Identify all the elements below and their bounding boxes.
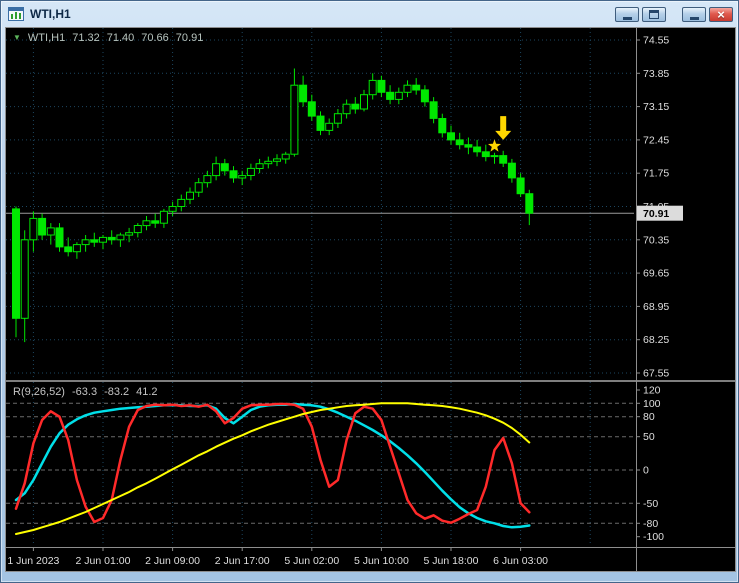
candle-body	[72, 244, 81, 253]
candle-body	[507, 162, 516, 179]
candle-body	[229, 170, 238, 179]
candle-body	[481, 151, 490, 158]
price-axis[interactable]	[636, 28, 735, 571]
candle-body	[99, 236, 107, 243]
candle-body	[20, 239, 29, 319]
candle-body	[473, 146, 482, 153]
candle-body	[203, 175, 212, 184]
candle-body	[386, 91, 395, 100]
candle-body	[360, 94, 368, 110]
candle-body	[290, 84, 299, 155]
quick-trade-dropdown-icon[interactable]: ▼	[13, 34, 21, 42]
minimize-icon	[689, 16, 699, 20]
candle-body	[342, 103, 351, 115]
candle-body	[316, 115, 325, 131]
candle-body	[403, 84, 412, 93]
candle-body	[351, 103, 360, 110]
candle-body	[333, 113, 342, 124]
candle-body	[273, 158, 281, 162]
candle-body	[455, 139, 464, 146]
candle-body	[412, 84, 421, 91]
candle-body	[464, 144, 473, 148]
candle-body	[490, 155, 499, 158]
candle-body	[438, 118, 447, 134]
candle-body	[38, 217, 47, 236]
candle-body	[116, 234, 125, 241]
candle-body	[516, 177, 525, 195]
candle-body	[55, 227, 64, 248]
candle-body	[159, 210, 168, 224]
indicator-line-1	[14, 402, 531, 524]
candle-body	[220, 163, 229, 172]
candle-body	[64, 246, 73, 253]
candle-body	[168, 206, 177, 212]
candle-body	[142, 220, 151, 227]
candle-body	[394, 91, 403, 100]
sell-signal-arrow-icon	[495, 116, 512, 140]
candle-body	[325, 122, 334, 131]
candle-body	[194, 182, 203, 193]
candle-body	[307, 101, 316, 117]
candle-body	[212, 163, 221, 177]
candle-body	[264, 160, 273, 165]
title-bar[interactable]: WTI,H1 ×	[1, 1, 738, 27]
candle-body	[447, 132, 455, 141]
candle-body	[377, 79, 386, 93]
candle-body	[238, 175, 247, 179]
candle-body	[133, 225, 142, 234]
candle-body	[429, 101, 438, 119]
window-title: WTI,H1	[30, 7, 71, 21]
candle-body	[107, 236, 116, 241]
window-minimize-button[interactable]	[682, 7, 706, 22]
window-close-button[interactable]: ×	[709, 7, 733, 22]
signal-star-icon	[488, 139, 501, 152]
maximize-icon	[649, 10, 659, 19]
close-icon: ×	[717, 7, 725, 22]
candle-body	[151, 220, 160, 224]
candle-body	[81, 239, 90, 246]
indicator-line-3	[15, 402, 531, 535]
candle-body	[525, 193, 534, 214]
chart-area[interactable]: 74.5573.8573.1572.4571.7571.0570.3569.65…	[5, 27, 736, 572]
candle-body	[125, 232, 134, 236]
candle-body	[29, 217, 38, 241]
minimize-icon	[622, 16, 632, 20]
candle-body	[46, 227, 55, 236]
candle-body	[420, 89, 429, 103]
candle-body	[177, 198, 186, 207]
panel-separator	[6, 380, 735, 382]
candle-body	[12, 208, 20, 319]
window-controls: ×	[612, 7, 733, 22]
candle-body	[186, 191, 194, 200]
candle-body	[281, 153, 290, 160]
time-axis[interactable]	[6, 548, 735, 571]
candle-body	[90, 239, 99, 243]
chart-window: WTI,H1 × 74.5573.8573.1572.4571.7571.057…	[0, 0, 739, 583]
chart-minimize-button[interactable]	[615, 7, 639, 22]
app-chart-icon	[8, 7, 24, 21]
candle-body	[246, 167, 255, 176]
candlestick-chart[interactable]: 74.5573.8573.1572.4571.7571.0570.3569.65…	[6, 28, 735, 571]
candle-body	[499, 155, 508, 164]
candle-body	[368, 79, 377, 96]
chart-maximize-button[interactable]	[642, 7, 666, 22]
candle-body	[299, 84, 308, 103]
candle-body	[255, 163, 264, 169]
